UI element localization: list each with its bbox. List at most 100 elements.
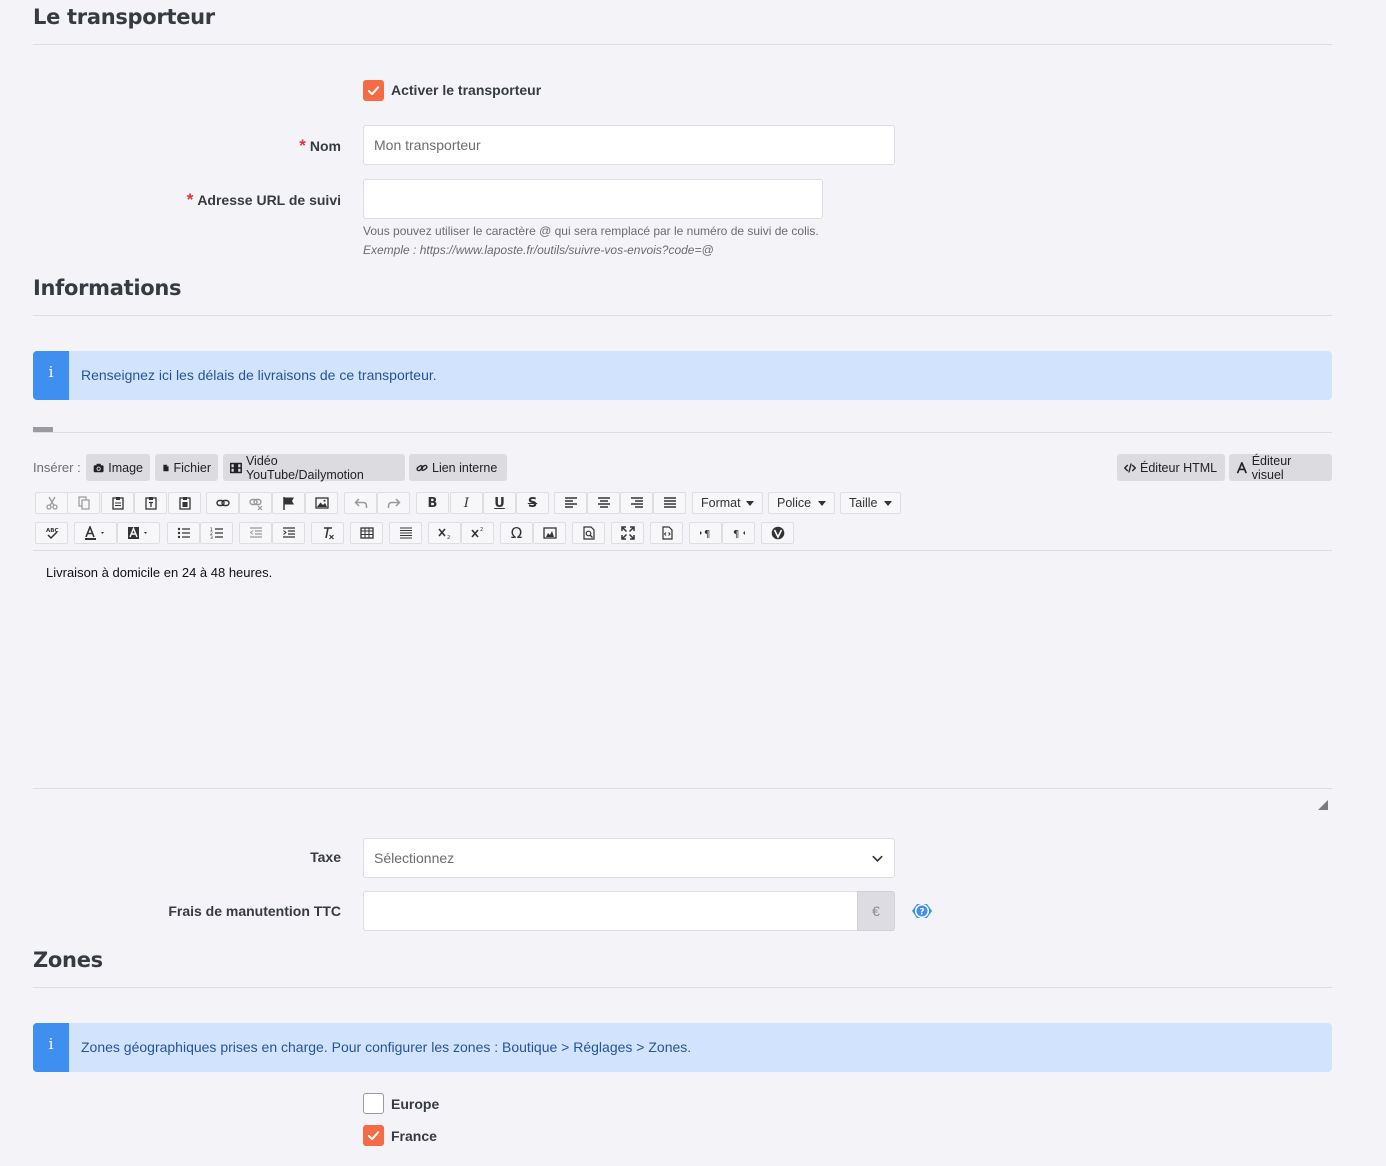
tracking-url-label: * Adresse URL de suivi <box>186 190 341 209</box>
tracking-url-help: Vous pouvez utiliser le caractère @ qui … <box>363 224 819 238</box>
info-icon: i <box>33 351 69 400</box>
spellcheck-icon[interactable]: ABC <box>35 522 68 544</box>
rtl-icon[interactable]: ¶ <box>722 522 755 544</box>
redo-icon[interactable] <box>377 492 410 514</box>
indent-icon[interactable] <box>272 522 305 544</box>
svg-text:¶: ¶ <box>704 529 710 540</box>
insert-image-button[interactable]: Image <box>86 454 150 481</box>
italic-button[interactable]: I <box>450 492 483 514</box>
font-dropdown[interactable]: Police <box>768 492 835 514</box>
background-color-icon[interactable] <box>117 522 160 544</box>
caret-down-icon <box>884 500 892 506</box>
superscript-icon[interactable]: 2 <box>461 522 494 544</box>
strikethrough-button[interactable]: S <box>516 492 549 514</box>
underline-button[interactable]: U <box>483 492 516 514</box>
numbered-list-icon[interactable]: 123 <box>200 522 233 544</box>
resize-handle-icon[interactable] <box>1318 800 1328 810</box>
paste-icon[interactable] <box>101 492 134 514</box>
fullscreen-icon[interactable] <box>611 522 644 544</box>
font-icon <box>1236 461 1247 473</box>
tracking-url-input[interactable] <box>363 179 823 219</box>
svg-text:?: ? <box>919 908 924 918</box>
film-icon <box>230 462 242 473</box>
section-title-informations: Informations <box>33 276 182 300</box>
zone-france-checkbox[interactable] <box>363 1125 384 1146</box>
divider <box>33 788 1332 789</box>
rich-text-editor[interactable]: Livraison à domicile en 24 à 48 heures. <box>33 551 1332 788</box>
visual-editor-button[interactable]: Éditeur visuel <box>1229 454 1332 482</box>
align-right-icon[interactable] <box>620 492 653 514</box>
source-code-icon[interactable] <box>650 522 683 544</box>
size-dropdown[interactable]: Taille <box>840 492 901 514</box>
format-dropdown[interactable]: Format <box>692 492 763 514</box>
copy-icon[interactable] <box>67 492 100 514</box>
paste-text-icon[interactable] <box>134 492 167 514</box>
tax-label: Taxe <box>310 849 341 865</box>
insert-link-icon[interactable] <box>206 492 239 514</box>
name-label: * Nom <box>299 136 341 155</box>
zones-info-alert-text: Zones géographiques prises en charge. Po… <box>81 1039 692 1055</box>
svg-text:2: 2 <box>447 535 450 540</box>
cut-icon[interactable] <box>35 492 68 514</box>
align-left-icon[interactable] <box>554 492 587 514</box>
currency-addon: € <box>857 891 895 931</box>
activate-checkbox[interactable] <box>363 80 384 101</box>
camera-icon <box>93 463 104 472</box>
code-icon <box>1124 462 1136 473</box>
table-icon[interactable] <box>350 522 383 544</box>
plugin-logo-icon[interactable] <box>761 522 794 544</box>
tax-select[interactable]: Sélectionnez <box>363 838 895 878</box>
align-center-icon[interactable] <box>587 492 620 514</box>
text-color-icon[interactable] <box>74 522 117 544</box>
zone-france-label: France <box>391 1128 437 1144</box>
file-icon <box>163 464 169 471</box>
svg-text:3: 3 <box>210 535 213 540</box>
svg-text:2: 2 <box>480 527 483 533</box>
info-alert: i Renseignez ici les délais de livraison… <box>33 351 1332 400</box>
insert-video-button[interactable]: Vidéo YouTube/Dailymotion <box>223 454 405 482</box>
special-char-button[interactable]: Ω <box>500 522 533 544</box>
preview-icon[interactable] <box>572 522 605 544</box>
zone-europe-checkbox[interactable] <box>363 1093 384 1114</box>
horizontal-rule-icon[interactable] <box>389 522 422 544</box>
name-input[interactable]: Mon transporteur <box>363 125 895 165</box>
zone-europe-label: Europe <box>391 1096 440 1112</box>
check-icon <box>367 1131 380 1141</box>
bold-button[interactable]: B <box>416 492 449 514</box>
insert-file-button[interactable]: Fichier <box>155 454 218 481</box>
required-mark: * <box>299 136 306 155</box>
bullet-list-icon[interactable] <box>167 522 200 544</box>
info-alert-text: Renseignez ici les délais de livraisons … <box>81 367 437 383</box>
paste-word-icon[interactable] <box>168 492 201 514</box>
caret-down-icon <box>818 500 826 506</box>
outdent-icon[interactable] <box>239 522 272 544</box>
required-mark: * <box>186 190 194 209</box>
section-title-carrier: Le transporteur <box>33 5 215 29</box>
ltr-icon[interactable]: ¶ <box>689 522 722 544</box>
handling-fee-input[interactable] <box>363 891 858 931</box>
media-icon[interactable] <box>533 522 566 544</box>
info-icon: i <box>33 1023 69 1072</box>
handling-fee-label: Frais de manutention TTC <box>168 903 341 919</box>
divider <box>33 432 1332 433</box>
insert-internal-link-button[interactable]: Lien interne <box>409 454 507 481</box>
divider <box>33 315 1332 316</box>
unlink-icon[interactable] <box>239 492 272 514</box>
zones-info-alert: i Zones géographiques prises en charge. … <box>33 1023 1332 1072</box>
subscript-icon[interactable]: 2 <box>428 522 461 544</box>
help-icon[interactable]: ? <box>909 898 935 924</box>
html-editor-button[interactable]: Éditeur HTML <box>1117 454 1225 481</box>
link-icon <box>416 464 428 471</box>
insert-image-icon[interactable] <box>305 492 338 514</box>
divider <box>33 987 1332 988</box>
undo-icon[interactable] <box>344 492 377 514</box>
check-icon <box>367 86 380 96</box>
clear-format-icon[interactable] <box>311 522 344 544</box>
anchor-flag-icon[interactable] <box>272 492 305 514</box>
divider <box>33 44 1332 45</box>
align-justify-icon[interactable] <box>653 492 686 514</box>
chevron-down-icon <box>872 855 883 862</box>
editor-content: Livraison à domicile en 24 à 48 heures. <box>46 565 273 580</box>
insert-label: Insérer : <box>33 460 81 475</box>
tracking-url-example: Exemple : https://www.laposte.fr/outils/… <box>363 243 714 257</box>
